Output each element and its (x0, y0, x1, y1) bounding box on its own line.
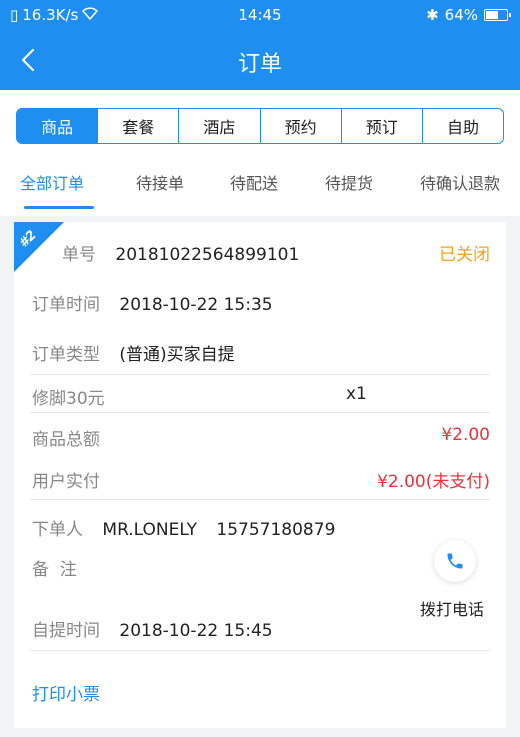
active-tab-indicator (24, 206, 94, 209)
order-index-ribbon (14, 222, 64, 272)
call-button[interactable] (434, 540, 476, 582)
order-time: 2018-10-22 15:35 (119, 295, 273, 315)
paid-amount-label: 用户实付 (32, 472, 100, 492)
order-time-label: 订单时间 (32, 295, 100, 315)
order-number-label: 单号 (62, 245, 96, 265)
divider (30, 499, 490, 500)
order-status-badge: 已关闭 (439, 245, 490, 265)
buyer-label: 下单人 (32, 520, 83, 540)
tab-all-orders[interactable]: 全部订单 (20, 170, 84, 194)
tab-pending-refund[interactable]: 待确认退款 (420, 170, 500, 194)
page-title: 订单 (237, 52, 282, 77)
segment-package[interactable]: 套餐 (97, 109, 178, 143)
item-name: 修脚30元 (32, 389, 105, 409)
segment-self-service[interactable]: 自助 (421, 109, 503, 143)
battery-percent: 64% (444, 6, 478, 24)
tab-pending-delivery[interactable]: 待配送 (230, 170, 278, 194)
segment-hotel[interactable]: 酒店 (178, 109, 259, 143)
order-number-row: 单号 20181022564899101 (62, 240, 299, 265)
item-quantity: x1 (346, 384, 367, 404)
buyer-phone: 15757180879 (216, 520, 336, 540)
pickup-time-label: 自提时间 (32, 621, 100, 641)
order-type: (普通)买家自提 (119, 345, 235, 365)
battery-fill (486, 11, 499, 19)
order-number: 20181022564899101 (115, 245, 300, 265)
status-right: ✱ 64% (426, 6, 511, 24)
pickup-time-row: 自提时间 2018-10-22 15:45 (32, 616, 273, 641)
status-bar: ▯ 16.3K/s 14:45 ✱ 64% (0, 0, 520, 30)
order-status-tabs: 全部订单 待接单 待配送 待提货 待确认退款 (0, 150, 520, 216)
print-receipt-link[interactable]: 打印小票 (32, 680, 100, 705)
goods-total: ¥2.00 (441, 425, 490, 445)
phone-icon (447, 553, 463, 569)
category-segment: 商品 套餐 酒店 预约 预订 自助 (16, 108, 504, 144)
battery-icon (484, 9, 511, 21)
bluetooth-icon: ✱ (426, 6, 439, 24)
order-card[interactable]: #2 单号 20181022564899101 已关闭 订单时间 2018-10… (14, 222, 506, 728)
divider (30, 650, 490, 651)
segment-appointment[interactable]: 预约 (259, 109, 341, 143)
pickup-time: 2018-10-22 15:45 (119, 621, 273, 641)
nav-bar: 订单 (0, 30, 520, 90)
call-label[interactable]: 拨打电话 (420, 596, 484, 620)
order-type-label: 订单类型 (32, 345, 100, 365)
paid-amount: ¥2.00(未支付) (377, 472, 490, 492)
category-segment-wrap: 商品 套餐 酒店 预约 预订 自助 (0, 90, 520, 150)
buyer-row: 下单人 MR.LONELY 15757180879 (32, 515, 335, 540)
remark-label: 备 注 (32, 560, 77, 580)
divider (30, 374, 490, 375)
tab-pending-accept[interactable]: 待接单 (136, 170, 184, 194)
segment-reservation[interactable]: 预订 (340, 109, 422, 143)
order-type-row: 订单类型 (普通)买家自提 (32, 340, 235, 365)
goods-total-label: 商品总额 (32, 430, 100, 450)
divider (30, 412, 490, 413)
segment-goods[interactable]: 商品 (17, 109, 98, 143)
tab-pending-pickup[interactable]: 待提货 (325, 170, 373, 194)
order-time-row: 订单时间 2018-10-22 15:35 (32, 290, 273, 315)
buyer-name: MR.LONELY (102, 520, 197, 540)
